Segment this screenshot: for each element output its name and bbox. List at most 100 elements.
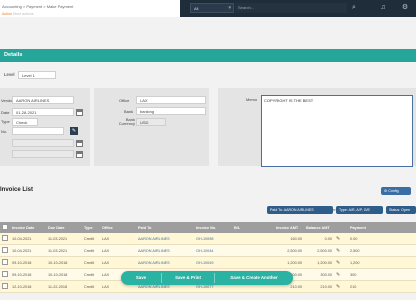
- row-checkbox-cell[interactable]: [0, 280, 10, 293]
- pencil-icon[interactable]: ✎: [336, 284, 340, 290]
- more-actions-link[interactable]: More actions: [13, 12, 34, 16]
- edit-cell[interactable]: ✎: [334, 280, 348, 293]
- edit-cell[interactable]: ✎: [334, 268, 348, 281]
- col-invoice-date[interactable]: Invoice Date: [10, 222, 46, 233]
- save-button[interactable]: Save: [121, 271, 161, 285]
- section-header: Details: [0, 49, 416, 62]
- cell-payment[interactable]: 1,200: [348, 256, 416, 269]
- edit-cell[interactable]: ✎: [334, 256, 348, 269]
- row-checkbox[interactable]: [2, 283, 8, 289]
- table-header-row: Invoice Date Due Date Type Office Paid T…: [0, 222, 416, 233]
- edit-icon[interactable]: ✎: [70, 127, 78, 135]
- col-payment[interactable]: Payment: [348, 222, 416, 233]
- cell-payment[interactable]: 0.00: [348, 233, 416, 245]
- cell-balance-amt: 1,200.00: [304, 256, 334, 269]
- table-row[interactable]: 09-10-201810-10-2018CreditLAXAARON AIRLI…: [0, 256, 416, 269]
- action-link[interactable]: Action: [2, 12, 12, 16]
- cell-payment[interactable]: 2,500: [348, 244, 416, 257]
- cell-bl: [232, 256, 274, 269]
- cell-paid-to: AARON AIRLINES: [136, 256, 194, 269]
- save-create-another-button[interactable]: Save & Create Another: [215, 271, 293, 285]
- settings-icon[interactable]: ⚙: [400, 3, 410, 13]
- row-checkbox-cell[interactable]: [0, 233, 10, 245]
- cell-invoice-date: 10-04-2021: [10, 233, 46, 245]
- vendor-field[interactable]: AARON AIRLINES: [12, 96, 74, 104]
- type-select[interactable]: Check: [12, 118, 38, 126]
- col-invoice-amt[interactable]: Invoice AMT: [274, 222, 304, 233]
- cell-paid-to: AARON AIRLINES: [136, 244, 194, 257]
- invoice-list-title: Invoice List: [0, 187, 34, 193]
- calendar-icon[interactable]: [76, 140, 83, 147]
- cell-balance-amt: 300.00: [304, 268, 334, 281]
- cell-invoice-amt: 2,500.00: [274, 244, 304, 257]
- row-checkbox-cell[interactable]: [0, 256, 10, 269]
- row-checkbox[interactable]: [2, 259, 8, 265]
- bank-select[interactable]: banking: [136, 107, 206, 115]
- memo-label: Memo: [246, 97, 258, 102]
- type-label: Type: [1, 119, 10, 124]
- cell-invoice-no[interactable]: OH-10049: [194, 256, 232, 269]
- action-bar: Save Save & Print Save & Create Another: [121, 271, 293, 285]
- cell-payment[interactable]: 300: [348, 268, 416, 281]
- table-row[interactable]: 10-04-2021 11-03-2021 Credit LAX AARON AIRLI…: [0, 233, 416, 245]
- cell-invoice-date: 10-04-2021: [10, 244, 46, 257]
- edit-cell[interactable]: ✎: [334, 244, 348, 257]
- cell-office: LAX: [100, 244, 136, 257]
- cell-due-date: 10-10-2018: [46, 268, 82, 281]
- date-field[interactable]: 01-28-2021: [12, 108, 74, 116]
- cell-type: Credit: [82, 233, 100, 245]
- pencil-icon[interactable]: ✎: [336, 260, 340, 266]
- col-office[interactable]: Office: [100, 222, 136, 233]
- row-checkbox-cell[interactable]: [0, 244, 10, 257]
- col-due-date[interactable]: Due Date: [46, 222, 82, 233]
- filter-chip-status[interactable]: Status: Open: [386, 206, 416, 214]
- to-date-field: [12, 150, 74, 158]
- col-bl[interactable]: B/L: [232, 222, 274, 233]
- filter-chip-paid-to[interactable]: Paid To: AARON AIRLINES: [267, 206, 333, 214]
- search-scope-value: All: [194, 6, 199, 11]
- row-checkbox-cell[interactable]: [0, 268, 10, 281]
- config-button[interactable]: ⚙ Config: [381, 187, 411, 195]
- cell-invoice-date: 09-10-2018: [10, 256, 46, 269]
- row-checkbox[interactable]: [2, 247, 8, 253]
- cell-invoice-no[interactable]: OH-10044: [194, 244, 232, 257]
- col-type[interactable]: Type: [82, 222, 100, 233]
- office-field[interactable]: LAX: [136, 96, 206, 104]
- calendar-icon[interactable]: [76, 109, 83, 116]
- edit-cell[interactable]: ✎: [334, 233, 348, 245]
- level-select[interactable]: Level 1: [18, 71, 56, 79]
- bank-label: Bank: [124, 109, 134, 114]
- cell-type: Credit: [82, 256, 100, 269]
- pencil-icon[interactable]: ✎: [336, 272, 340, 278]
- col-paid-to[interactable]: Paid To: [136, 222, 194, 233]
- cell-due-date: 11-03-2021: [46, 244, 82, 257]
- bell-icon[interactable]: ♫: [378, 3, 388, 13]
- col-balance-amt[interactable]: Balance AMT: [304, 222, 334, 233]
- filter-chip-type[interactable]: Type: A/R, A/P, G/E: [336, 206, 383, 214]
- cell-invoice-amt: 1,200.00: [274, 256, 304, 269]
- save-print-button[interactable]: Save & Print: [162, 271, 214, 285]
- search-icon[interactable]: ⌕: [349, 3, 359, 13]
- cell-office: LAX: [100, 256, 136, 269]
- cell-invoice-no[interactable]: OH-10098: [194, 233, 232, 245]
- cell-invoice-date: 09-10-2018: [10, 268, 46, 281]
- select-all-header[interactable]: [0, 222, 10, 233]
- check-no-field[interactable]: [12, 127, 64, 135]
- search-input[interactable]: Search...: [235, 3, 347, 13]
- calendar-icon[interactable]: [76, 151, 83, 158]
- cell-type: Credit: [82, 244, 100, 257]
- cell-payment[interactable]: 210: [348, 280, 416, 293]
- cell-due-date: 11-03-2021: [46, 233, 82, 245]
- pencil-icon[interactable]: ✎: [336, 248, 340, 254]
- select-all-checkbox[interactable]: [2, 224, 8, 230]
- memo-textarea[interactable]: COPYRIGHT IS THE BEST: [261, 95, 413, 167]
- col-invoice-no[interactable]: Invoice No.: [194, 222, 232, 233]
- bank-currency-field: USD: [136, 118, 166, 126]
- search-scope-select[interactable]: All ▾: [190, 3, 234, 13]
- table-row[interactable]: 10-04-2021 11-03-2021 Credit LAX AARON AIRLI…: [0, 244, 416, 257]
- cell-due-date: 11-22-2018: [46, 280, 82, 293]
- row-checkbox[interactable]: [2, 271, 8, 277]
- cell-bl: [232, 244, 274, 257]
- row-checkbox[interactable]: [2, 235, 8, 241]
- pencil-icon[interactable]: ✎: [336, 236, 340, 242]
